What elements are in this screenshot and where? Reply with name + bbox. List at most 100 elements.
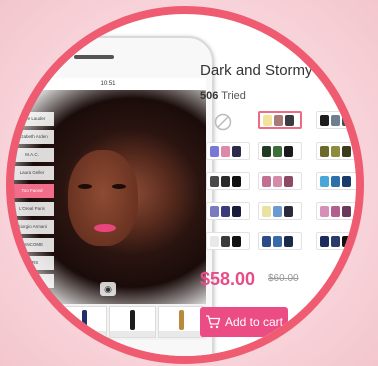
shade-chip: [284, 205, 293, 217]
shade-chip: [342, 205, 351, 217]
shade-chip: [342, 114, 351, 126]
front-camera: [60, 53, 67, 60]
shade-chip: [274, 114, 283, 126]
lipstick-icon: [178, 310, 184, 330]
shade-chip: [331, 235, 340, 247]
camera-icon[interactable]: ◉: [100, 282, 116, 296]
product-thumb[interactable]: [14, 306, 59, 338]
shade-swatch[interactable]: [258, 142, 302, 160]
shade-chip: [320, 205, 329, 217]
brand-list: Estee Lauder Elizabeth Arden M.A.C. Laur…: [14, 112, 54, 292]
shade-chip: [221, 205, 230, 217]
shade-chip: [210, 205, 219, 217]
shade-chip: [331, 205, 340, 217]
shade-swatch[interactable]: [206, 232, 250, 250]
promo-circle: 10:51 Estee Lauder Elizabeth Arden M.A.C…: [6, 6, 364, 364]
shade-chip: [221, 145, 230, 157]
status-bar: 10:51: [14, 78, 206, 90]
shade-swatch[interactable]: [206, 172, 250, 190]
tried-label: Tried: [221, 90, 246, 102]
brand-item[interactable]: Estee Lauder: [14, 112, 54, 126]
shade-chip: [273, 145, 282, 157]
brand-item[interactable]: No Edition: [14, 274, 54, 288]
brand-item[interactable]: Giorgio Armani: [14, 220, 54, 234]
shade-chip: [262, 235, 271, 247]
speaker-grille: [74, 55, 114, 59]
shade-chip: [342, 235, 351, 247]
shade-swatch[interactable]: [316, 142, 356, 160]
shade-swatch[interactable]: [316, 111, 356, 129]
shade-chip: [210, 145, 219, 157]
product-thumbnails: [14, 304, 206, 340]
shade-chip: [221, 235, 230, 247]
shade-swatch[interactable]: [316, 172, 356, 190]
no-shade-icon[interactable]: [214, 113, 232, 131]
product-title: Dark and Stormy: [200, 62, 313, 79]
shade-chip: [210, 175, 219, 187]
original-price: $60.00: [268, 273, 299, 284]
shade-chip: [262, 145, 271, 157]
add-to-cart-label: Add to cart: [224, 315, 284, 329]
brand-item[interactable]: NARS: [14, 256, 54, 270]
lipstick-icon: [33, 310, 39, 330]
model-lips: [94, 224, 116, 232]
thumb-label: [61, 331, 106, 337]
shade-swatch[interactable]: [316, 202, 356, 220]
shade-chip: [342, 175, 351, 187]
shade-chip: [320, 114, 329, 126]
shade-swatch[interactable]: [258, 202, 302, 220]
phone-screen: 10:51 Estee Lauder Elizabeth Arden M.A.C…: [14, 78, 206, 340]
shade-swatch[interactable]: [258, 172, 302, 190]
product-thumb[interactable]: [109, 306, 156, 338]
product-thumb[interactable]: [60, 306, 107, 338]
tried-number: 506: [200, 90, 219, 102]
shade-chip: [262, 175, 271, 187]
shade-chip: [320, 145, 329, 157]
shade-swatch-selected[interactable]: [258, 111, 302, 129]
shade-chip: [284, 145, 293, 157]
lipstick-icon: [81, 310, 87, 330]
shade-chip: [273, 235, 282, 247]
cart-icon: [205, 315, 221, 329]
shade-chip: [331, 145, 340, 157]
shade-chip: [273, 205, 282, 217]
brand-item[interactable]: LANCOME: [14, 238, 54, 252]
brand-item[interactable]: Elizabeth Arden: [14, 130, 54, 144]
product-price: $58.00: [200, 269, 256, 289]
brand-item[interactable]: L'Oreal Paris: [14, 202, 54, 216]
lipstick-icon: [130, 310, 136, 330]
shade-swatch[interactable]: [316, 232, 356, 250]
shade-chip: [331, 114, 340, 126]
shade-chip: [263, 114, 272, 126]
shade-chip: [284, 175, 293, 187]
phone-mockup: 10:51 Estee Lauder Elizabeth Arden M.A.C…: [14, 36, 214, 356]
brand-item[interactable]: Laura Geller: [14, 166, 54, 180]
thumb-label: [14, 331, 58, 337]
add-to-cart-button[interactable]: Add to cart: [200, 307, 288, 337]
shade-chip: [262, 205, 271, 217]
shade-chip: [210, 235, 219, 247]
shade-chip: [284, 235, 293, 247]
shade-chip: [331, 175, 340, 187]
shade-swatch[interactable]: [206, 142, 250, 160]
shade-chip: [285, 114, 294, 126]
shade-chip: [232, 235, 241, 247]
shade-chip: [232, 175, 241, 187]
tried-count: 506 Tried: [200, 90, 246, 102]
product-panel: Dark and Stormy 506 Tried $58.00 $60.00 …: [192, 14, 356, 356]
shade-chip: [273, 175, 282, 187]
shade-chip: [221, 175, 230, 187]
shade-swatch[interactable]: [258, 232, 302, 250]
shade-swatch[interactable]: [206, 202, 250, 220]
left-eye: [78, 184, 92, 189]
thumb-label: [110, 331, 155, 337]
shade-chip: [320, 175, 329, 187]
model-photo: Estee Lauder Elizabeth Arden M.A.C. Laur…: [14, 90, 206, 304]
right-eye: [112, 184, 126, 189]
shade-chip: [342, 145, 351, 157]
brand-item[interactable]: M.A.C.: [14, 148, 54, 162]
brand-item-selected[interactable]: Too Faced: [14, 184, 54, 198]
shade-chip: [232, 205, 241, 217]
shade-chip: [232, 145, 241, 157]
shade-chip: [320, 235, 329, 247]
